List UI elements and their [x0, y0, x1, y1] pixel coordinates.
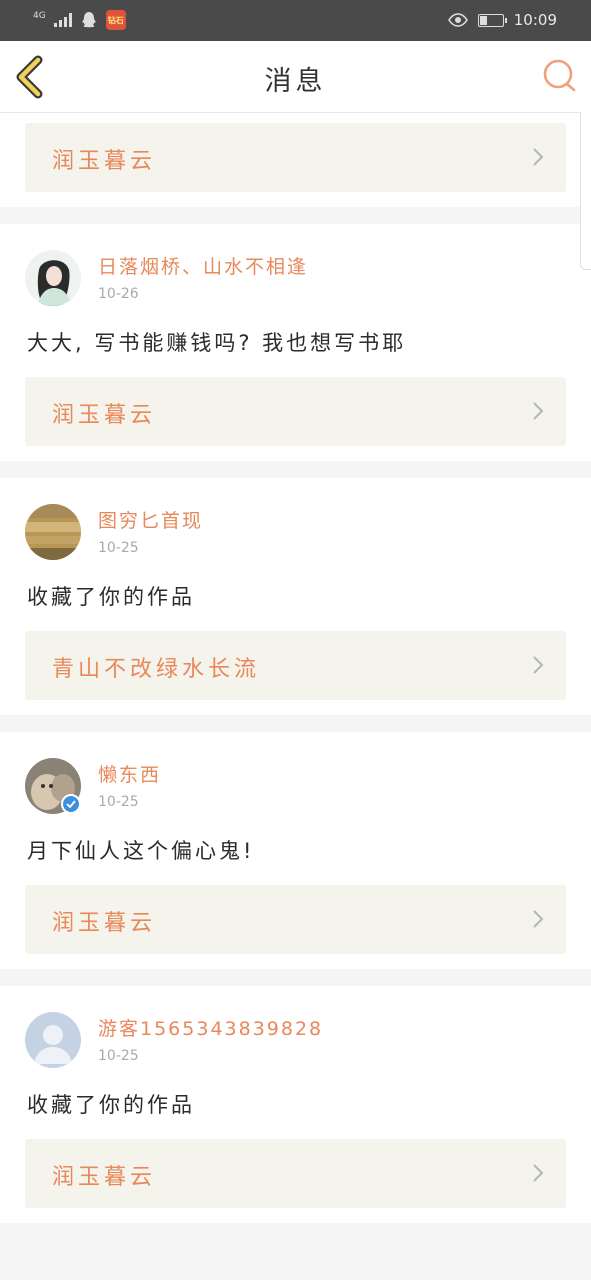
username-link[interactable]: 游客1565343839828 — [98, 1014, 323, 1041]
message-card: 游客1565343839828 10-25 收藏了你的作品润玉暮云 — [0, 986, 591, 1223]
app-notification-icon: 钻石 — [105, 10, 126, 30]
message-card: 懒东西 10-25 月下仙人这个偏心鬼! 润玉暮云 — [0, 732, 591, 969]
message-date: 10-25 — [98, 1048, 139, 1064]
network-type: 4G — [33, 10, 46, 21]
chevron-right-icon — [533, 910, 544, 928]
username-link[interactable]: 懒东西 — [98, 760, 161, 787]
work-title: 青山不改绿水长流 — [52, 657, 261, 682]
status-bar: 4G 钻石 10:09 — [0, 0, 591, 41]
chevron-right-icon — [533, 656, 544, 674]
message-text: 收藏了你的作品 — [27, 1093, 195, 1117]
work-title: 润玉暮云 — [52, 1165, 157, 1190]
chevron-right-icon — [533, 402, 544, 420]
message-date: 10-26 — [98, 286, 139, 302]
message-card: Y.Z.(9)10-26收藏了你的作品润玉暮云 — [0, 112, 591, 207]
work-link[interactable]: 润玉暮云 — [25, 1139, 566, 1208]
message-text: 收藏了你的作品 — [27, 585, 195, 609]
message-card: 日落烟桥、山水不相逢 10-26 大大, 写书能赚钱吗? 我也想写书耶润玉暮云 — [0, 224, 591, 461]
message-text: 大大, 写书能赚钱吗? 我也想写书耶 — [27, 331, 407, 355]
page-title: 消息 — [264, 66, 327, 97]
qq-icon — [82, 12, 96, 28]
work-title: 润玉暮云 — [52, 149, 157, 174]
chevron-right-icon — [533, 1164, 544, 1182]
signal-icon — [53, 13, 72, 27]
message-text: 月下仙人这个偏心鬼! — [27, 839, 255, 863]
clock: 10:09 — [513, 11, 557, 29]
avatar[interactable] — [25, 250, 81, 306]
status-right: 10:09 — [447, 10, 557, 30]
navigation-bar: 消息 — [0, 41, 591, 113]
work-link[interactable]: 青山不改绿水长流 — [25, 631, 566, 700]
search-button[interactable] — [541, 57, 577, 93]
side-panel-edge — [580, 112, 591, 270]
username-link[interactable]: 日落烟桥、山水不相逢 — [98, 252, 308, 279]
chevron-right-icon — [533, 148, 544, 166]
work-link[interactable]: 润玉暮云 — [25, 885, 566, 954]
avatar[interactable] — [25, 504, 81, 560]
message-list[interactable]: Y.Z.(9)10-26收藏了你的作品润玉暮云日落烟桥、山水不相逢 10-26 大大… — [0, 112, 591, 1280]
work-link[interactable]: 润玉暮云 — [25, 123, 566, 192]
message-card: 图穷匕首现 10-25 收藏了你的作品青山不改绿水长流 — [0, 478, 591, 715]
avatar[interactable] — [25, 1012, 81, 1068]
message-date: 10-25 — [98, 540, 139, 556]
verified-badge-icon — [61, 794, 81, 814]
eye-icon — [447, 13, 468, 27]
search-icon — [543, 59, 576, 92]
work-link[interactable]: 润玉暮云 — [25, 377, 566, 446]
status-left: 4G 钻石 — [33, 9, 126, 31]
work-title: 润玉暮云 — [52, 911, 157, 936]
battery-icon — [477, 13, 507, 27]
work-title: 润玉暮云 — [52, 403, 157, 428]
username-link[interactable]: 图穷匕首现 — [98, 506, 203, 533]
message-date: 10-25 — [98, 794, 139, 810]
